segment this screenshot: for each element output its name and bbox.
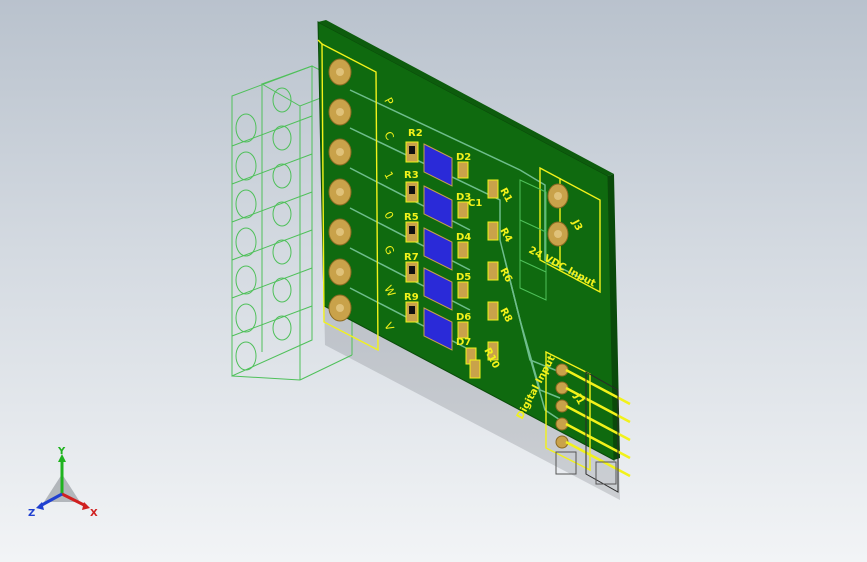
label-d6: D6 (456, 312, 471, 323)
label-d4: D4 (456, 232, 471, 243)
label-d2: D2 (456, 152, 471, 163)
label-r7: R7 (404, 252, 419, 263)
cad-viewport[interactable]: P C 1 0 G W V R2 R3 R5 R7 R9 D2 D3 D4 D5… (0, 0, 867, 562)
label-d5: D5 (456, 272, 471, 283)
label-r5: R5 (404, 212, 419, 223)
label-r9: R9 (404, 292, 419, 303)
y-axis-label: Y (57, 446, 66, 457)
x-axis-label: X (90, 508, 98, 519)
label-r2: R2 (408, 128, 423, 139)
label-r3: R3 (404, 170, 419, 181)
label-d7: D7 (456, 337, 471, 348)
label-c1: C1 (468, 198, 482, 209)
z-axis-label: Z (28, 508, 35, 519)
orientation-triad[interactable]: Y X Z (22, 446, 104, 522)
